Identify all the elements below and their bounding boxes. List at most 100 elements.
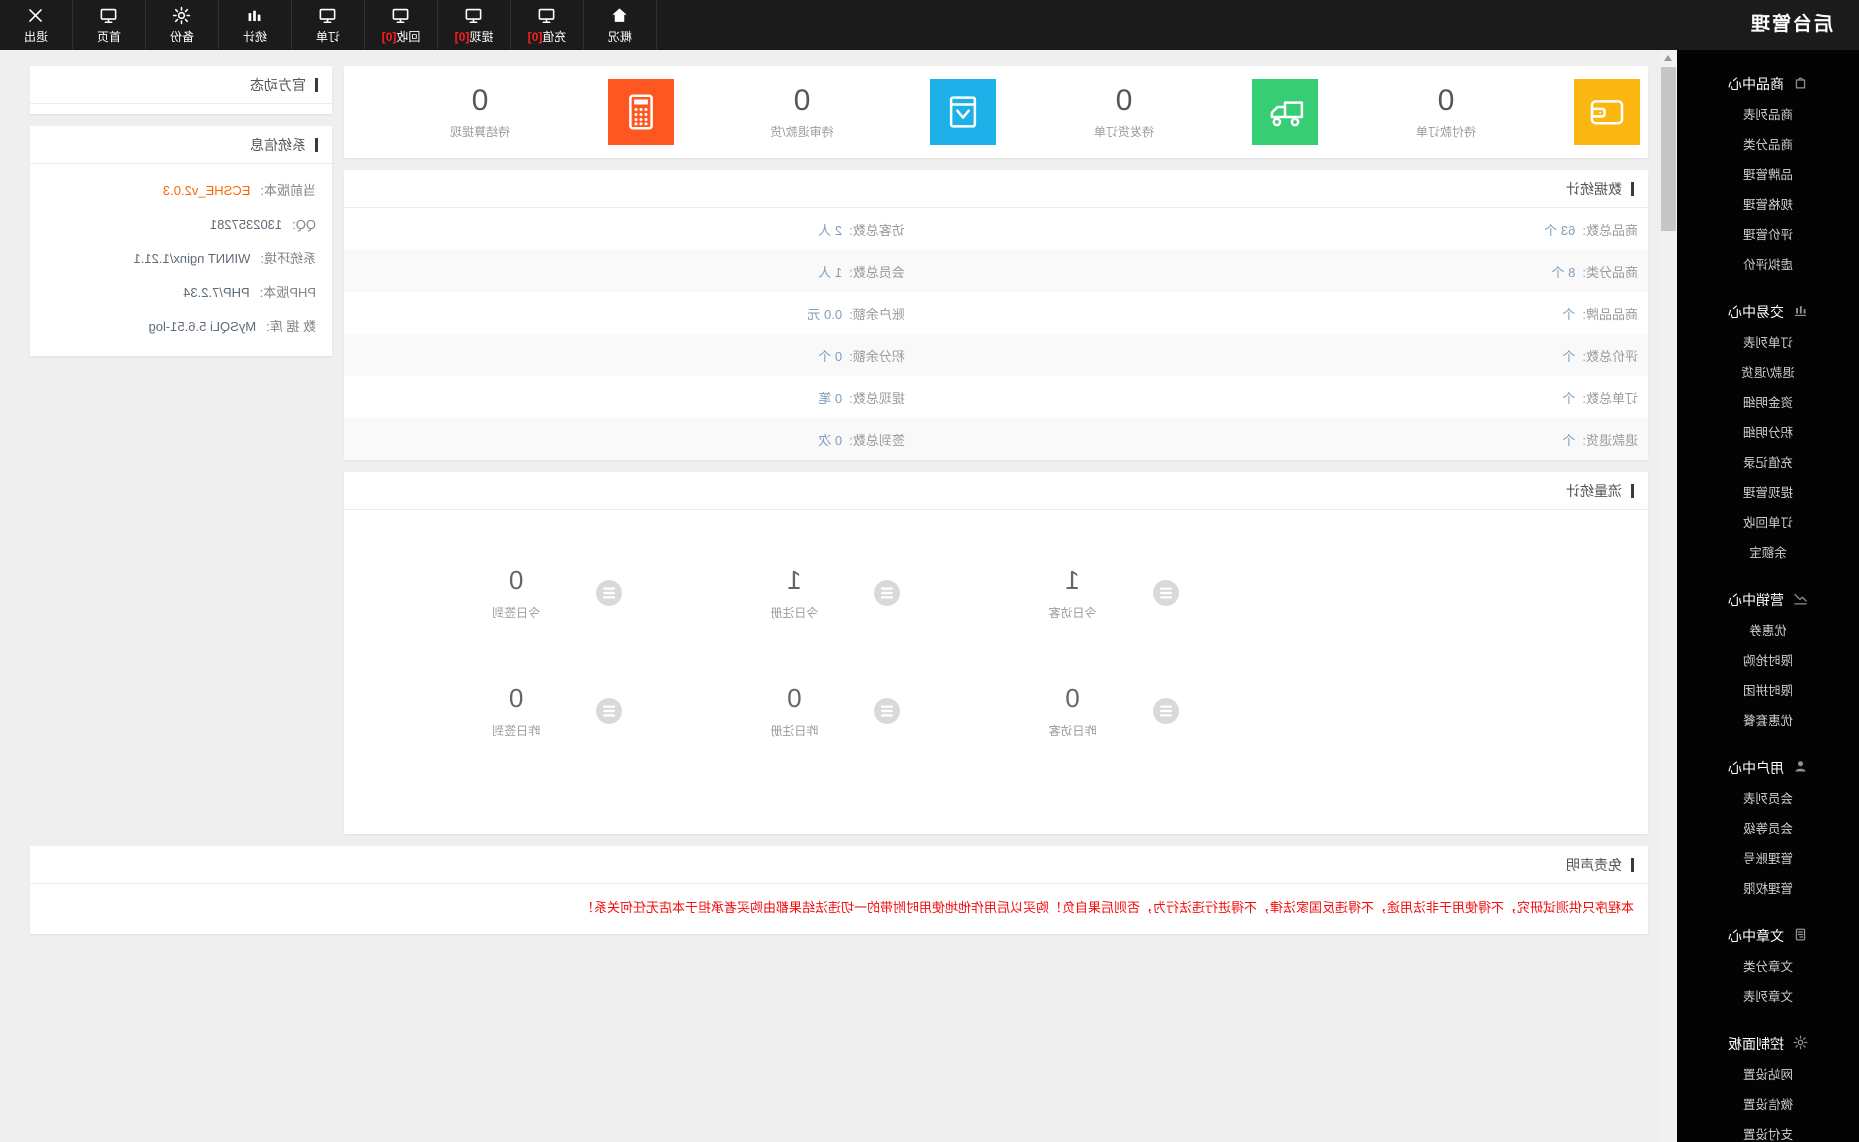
card-pending-payment[interactable]: 0 待付款订单: [1318, 79, 1640, 145]
sidebar-section-article: 文章中心 文章分类 文章列表: [1677, 920, 1859, 1012]
sidebar-item[interactable]: 商品分类: [1677, 130, 1859, 160]
card-number: 0: [471, 84, 489, 117]
traffic-stats-body: 1 今日访客 1 今日注册 0 今日签到 0 昨日访客 0 昨日注册 0 昨日签到: [344, 510, 1648, 834]
traffic-stats-title: 流量统计: [1566, 482, 1622, 499]
info-value: WINNT nginx/1.21.1: [133, 251, 251, 266]
system-info-row: PHP版本: PHP/7.2.34: [30, 276, 332, 310]
sidebar-section-header-trade[interactable]: 交易中心: [1677, 296, 1859, 328]
header-bar-icon: [1631, 857, 1634, 872]
stat-cell: 账户余额:0.0 元: [807, 306, 905, 322]
sidebar-section-title: 控制面板: [1728, 1036, 1784, 1052]
data-stats-row: 商品分类:8 个 会员总数:1 人: [344, 250, 1648, 292]
sidebar-item[interactable]: 规格管理: [1677, 190, 1859, 220]
sidebar-item[interactable]: 余额宝: [1677, 538, 1859, 568]
sidebar-item[interactable]: 订单回收: [1677, 508, 1859, 538]
sidebar-item[interactable]: 会员列表: [1677, 784, 1859, 814]
stat-cell: 签到总数:0 次: [818, 432, 905, 448]
package-icon: [930, 79, 996, 145]
disclaimer-title: 免责声明: [1566, 856, 1622, 873]
card-pending-settlement[interactable]: 0 待结算提现: [352, 79, 674, 145]
count-badge: [0]: [381, 29, 397, 44]
sidebar: 商品中心 商品列表 商品分类 品牌管理 规格管理 评价管理 虚拟评价交易中心订单列表 退款/退…: [1677, 50, 1859, 1142]
traffic-label: 昨日访客: [1048, 724, 1097, 738]
card-pending-shipment[interactable]: 0 待发货订单: [996, 79, 1318, 145]
wallet-icon: [1574, 79, 1640, 145]
sidebar-item[interactable]: 品牌管理: [1677, 160, 1859, 190]
topbar-item-overview[interactable]: 概况: [584, 0, 657, 50]
topbar-item-label: 统计: [243, 29, 268, 44]
vertical-scrollbar[interactable]: [1660, 50, 1677, 1142]
count-badge: [0]: [527, 29, 543, 44]
app-logo: 后台管理: [1748, 14, 1833, 35]
official-news-title: 官方动态: [250, 76, 306, 93]
topbar-item-home[interactable]: 首页: [73, 0, 146, 50]
sidebar-section-title: 交易中心: [1728, 304, 1784, 320]
sidebar-item[interactable]: 限时抢购: [1677, 646, 1859, 676]
info-label: PHP版本:: [259, 285, 316, 300]
sidebar-section-header-marketing[interactable]: 营销中心: [1677, 584, 1859, 616]
traffic-number: 0: [1065, 683, 1080, 713]
topbar-item-recharge[interactable]: 充值[0]: [511, 0, 584, 50]
sidebar-section-header-article[interactable]: 文章中心: [1677, 920, 1859, 952]
sidebar-item[interactable]: 优惠套餐: [1677, 706, 1859, 736]
close-icon: [27, 6, 46, 25]
sidebar-item[interactable]: 退款/退货: [1677, 358, 1859, 388]
topbar-item-withdraw[interactable]: 提现[0]: [438, 0, 511, 50]
card-pending-refund[interactable]: 0 待审退款/货: [674, 79, 996, 145]
sidebar-item[interactable]: 评价管理: [1677, 220, 1859, 250]
count-badge: [0]: [454, 29, 470, 44]
sidebar-item[interactable]: 资金明细: [1677, 388, 1859, 418]
topbar-item-logout[interactable]: 退出: [0, 0, 73, 50]
sidebar-section-marketing: 营销中心 优惠券 限时抢购 限时拼团 优惠套餐: [1677, 584, 1859, 736]
sidebar-section-header-control[interactable]: 控制面板: [1677, 1028, 1859, 1060]
official-news-header: 官方动态: [30, 66, 332, 104]
traffic-block: 1 今日注册: [770, 565, 818, 621]
menu-circle-icon: [596, 698, 623, 724]
sidebar-item[interactable]: 提现管理: [1677, 478, 1859, 508]
sidebar-item[interactable]: 会员等级: [1677, 814, 1859, 844]
sidebar-item[interactable]: 管理账号: [1677, 844, 1859, 874]
sidebar-item[interactable]: 订单列表: [1677, 328, 1859, 358]
sidebar-section-header-goods[interactable]: 商品中心: [1677, 68, 1859, 100]
data-stats-header: 数据统计: [344, 170, 1648, 208]
topbar-item-label: 概况: [608, 29, 633, 44]
scroll-up-button[interactable]: [1660, 50, 1677, 66]
sidebar-item[interactable]: 积分明细: [1677, 418, 1859, 448]
data-stats-row: 订单总数:个 提现总数:0 笔: [344, 376, 1648, 418]
sidebar-section-header-user[interactable]: 用户中心: [1677, 752, 1859, 784]
traffic-label: 今日注册: [770, 606, 819, 620]
topbar-item-orders[interactable]: 订单: [292, 0, 365, 50]
sidebar-item[interactable]: 网站设置: [1677, 1060, 1859, 1090]
traffic-block: 0 昨日签到: [492, 683, 540, 739]
bag-icon: [1793, 75, 1808, 93]
info-value: 1302357281: [209, 217, 283, 232]
data-stats-row: 评价总数:个 积分余额:0 个: [344, 334, 1648, 376]
monitor-icon: [465, 6, 484, 25]
topbar: 后台管理 概况 充值[0] 提现[0] 回收[0] 订单 统计 备份 首页 退出: [0, 0, 1859, 50]
right-column: 官方动态 系统信息 当前版本: ECSHE_v2.0.3 QQ: 1302357281…: [30, 66, 332, 834]
card-meta: 0 待审退款/货: [674, 84, 930, 140]
topbar-item-recycle[interactable]: 回收[0]: [365, 0, 438, 50]
chart-icon: [246, 6, 265, 25]
topbar-item-backup[interactable]: 备份: [146, 0, 219, 50]
sidebar-item[interactable]: 管理权限: [1677, 874, 1859, 904]
traffic-cell: 0 昨日签到: [344, 683, 623, 739]
sidebar-item[interactable]: 微信设置: [1677, 1090, 1859, 1120]
stat-cell: 积分余额:0 个: [818, 348, 905, 364]
topbar-item-label: 退出: [24, 29, 49, 44]
sidebar-item[interactable]: 文章列表: [1677, 982, 1859, 1012]
topbar-item-statistics[interactable]: 统计: [219, 0, 292, 50]
scrollbar-thumb[interactable]: [1661, 67, 1676, 231]
menu-circle-icon: [1152, 580, 1179, 606]
traffic-label: 今日访客: [1048, 606, 1097, 620]
sidebar-item[interactable]: 商品列表: [1677, 100, 1859, 130]
sidebar-item[interactable]: 充值记录: [1677, 448, 1859, 478]
sidebar-item[interactable]: 文章分类: [1677, 952, 1859, 982]
sidebar-item[interactable]: 优惠券: [1677, 616, 1859, 646]
sidebar-item[interactable]: 支付设置: [1677, 1120, 1859, 1142]
card-meta: 0 待发货订单: [996, 84, 1252, 140]
sidebar-item[interactable]: 虚拟评价: [1677, 250, 1859, 280]
stat-cell: 商品品牌:个: [1562, 306, 1638, 322]
sidebar-item[interactable]: 限时拼团: [1677, 676, 1859, 706]
info-value: PHP/7.2.34: [183, 285, 250, 300]
